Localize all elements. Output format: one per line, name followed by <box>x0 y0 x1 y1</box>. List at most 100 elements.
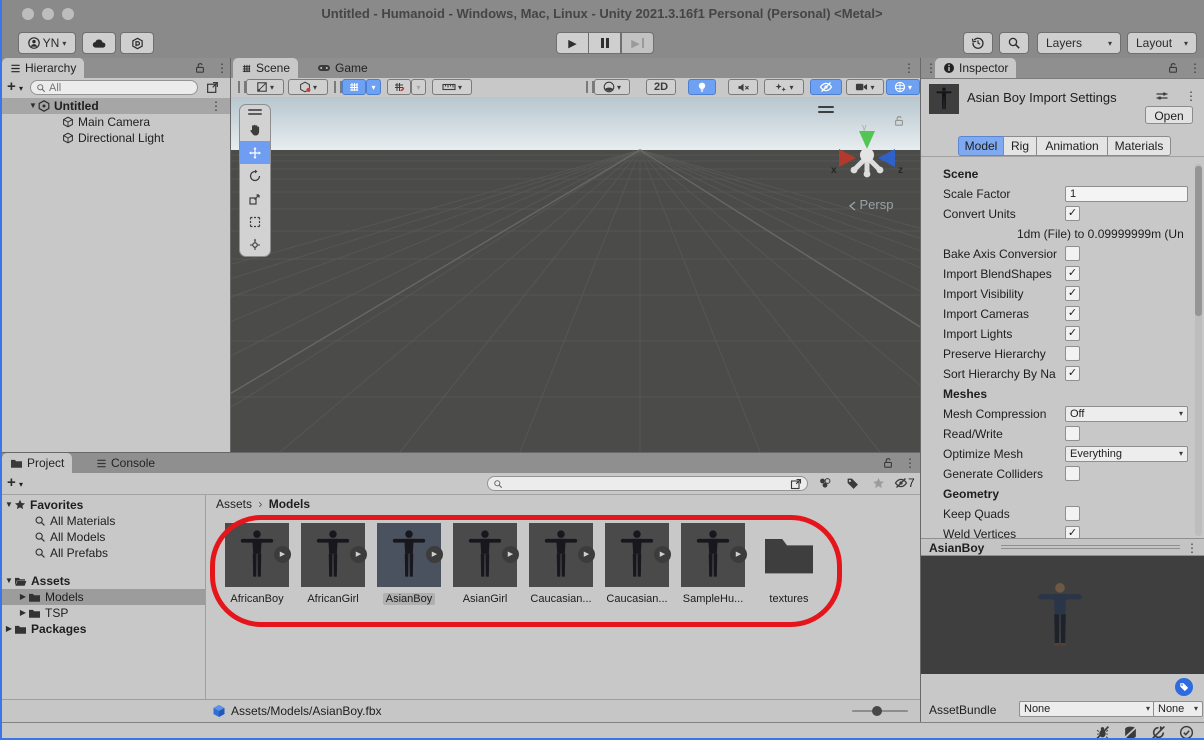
camera-settings-dropdown[interactable]: ▾ <box>846 79 884 95</box>
kebab-menu-icon[interactable]: ⋮ <box>210 96 222 116</box>
scene-viewport[interactable]: y x z Persp <box>231 97 920 452</box>
grid-visibility-dropdown[interactable]: ▾ <box>366 79 381 95</box>
toolbar-drag-handle[interactable] <box>238 81 246 93</box>
project-search-input[interactable] <box>487 476 808 491</box>
hierarchy-item[interactable]: Directional Light <box>0 130 230 146</box>
account-dropdown[interactable]: YN ▾ <box>18 32 76 54</box>
scale-factor-input[interactable]: 1 <box>1065 186 1188 202</box>
search-everywhere-button[interactable] <box>999 32 1029 54</box>
kebab-menu-icon[interactable]: ⋮ <box>1189 58 1201 78</box>
grid-snap-button[interactable] <box>387 79 411 95</box>
transform-tool-button[interactable] <box>240 233 270 256</box>
preserve-hierarchy-checkbox[interactable] <box>1065 346 1080 361</box>
convert-units-checkbox[interactable]: ✓ <box>1065 206 1080 221</box>
project-folder-models[interactable]: ▶ Models <box>0 589 205 605</box>
asset-labels-button[interactable] <box>1175 678 1193 696</box>
view-tool-button[interactable] <box>240 118 270 141</box>
hierarchy-scene-row[interactable]: ▼ Untitled ⋮ <box>0 98 230 114</box>
scale-tool-button[interactable] <box>240 187 270 210</box>
presets-sliders-icon[interactable] <box>1155 90 1169 102</box>
search-by-type-icon[interactable] <box>818 477 832 489</box>
preview-play-badge[interactable]: ▶ <box>578 546 595 563</box>
foldout-expanded-icon[interactable]: ▼ <box>4 573 14 589</box>
tab-materials[interactable]: Materials <box>1107 136 1171 156</box>
project-folder-assets[interactable]: ▼ Assets <box>0 573 205 589</box>
weld-vertices-checkbox[interactable]: ✓ <box>1065 526 1080 538</box>
create-button[interactable]: + <box>7 78 16 95</box>
chevron-down-icon[interactable]: ▾ <box>19 480 23 489</box>
assetbundle-dropdown[interactable]: None ▾ <box>1019 701 1155 717</box>
step-button[interactable]: ▶ <box>621 32 654 54</box>
model-preview[interactable] <box>921 556 1204 674</box>
toolbar-drag-handle[interactable] <box>586 81 594 93</box>
model-thumbnail[interactable]: ▶ <box>453 523 519 587</box>
tab-rig[interactable]: Rig <box>1003 136 1037 156</box>
preview-play-badge[interactable]: ▶ <box>730 546 747 563</box>
kebab-menu-icon[interactable]: ⋮ <box>904 453 916 473</box>
inspector-scrollbar[interactable] <box>1195 164 1202 536</box>
kebab-menu-icon[interactable]: ⋮ <box>903 58 915 78</box>
import-lights-checkbox[interactable]: ✓ <box>1065 326 1080 341</box>
preview-play-badge[interactable]: ▶ <box>426 546 443 563</box>
preview-play-badge[interactable]: ▶ <box>350 546 367 563</box>
kebab-menu-icon[interactable]: ⋮ <box>216 58 228 78</box>
kebab-menu-icon[interactable]: ⋮ <box>1186 538 1198 558</box>
generate-colliders-checkbox[interactable] <box>1065 466 1080 481</box>
open-new-window-icon[interactable] <box>206 81 219 94</box>
model-thumbnail[interactable]: ▶ <box>605 523 671 587</box>
pivot-mode-dropdown[interactable]: ▾ <box>246 79 284 95</box>
import-cameras-checkbox[interactable]: ✓ <box>1065 306 1080 321</box>
optimize-mesh-dropdown[interactable]: Everything ▾ <box>1065 446 1188 462</box>
zoom-slider-knob[interactable] <box>872 706 882 716</box>
cloud-button[interactable] <box>82 32 116 54</box>
kebab-menu-icon[interactable]: ⋮ <box>1185 86 1197 106</box>
tab-hierarchy[interactable]: Hierarchy <box>2 58 85 78</box>
layers-dropdown[interactable]: Layers ▾ <box>1037 32 1121 54</box>
project-folder-tsp[interactable]: ▶ TSP <box>0 605 205 621</box>
lock-icon[interactable] <box>1167 62 1179 74</box>
keep-quads-checkbox[interactable] <box>1065 506 1080 521</box>
tab-game[interactable]: Game <box>309 58 376 78</box>
create-button[interactable]: + <box>7 474 16 491</box>
gizmos-dropdown[interactable]: ▾ <box>886 79 920 95</box>
play-button[interactable]: ▶ <box>556 32 589 54</box>
scrollbar-thumb[interactable] <box>1195 166 1202 316</box>
favorites-root[interactable]: ▼ Favorites <box>0 497 205 513</box>
model-thumbnail[interactable]: ▶ <box>377 523 443 587</box>
asset-item-caucasian-[interactable]: ▶ Caucasian... <box>528 523 595 605</box>
handle-orientation-dropdown[interactable]: ▾ <box>288 79 328 95</box>
lock-icon[interactable] <box>194 62 206 74</box>
rotate-tool-button[interactable] <box>240 164 270 187</box>
foldout-expanded-icon[interactable]: ▼ <box>4 497 14 513</box>
bake-axis-conversior-checkbox[interactable] <box>1065 246 1080 261</box>
gizmo-overlay-handle[interactable] <box>818 106 834 113</box>
hierarchy-search-input[interactable]: All <box>30 80 198 95</box>
pause-button[interactable] <box>588 32 621 54</box>
asset-item-africangirl[interactable]: ▶ AfricanGirl <box>300 523 367 605</box>
tab-inspector[interactable]: Inspector <box>935 58 1017 78</box>
plastic-scm-button[interactable] <box>120 32 154 54</box>
open-button[interactable]: Open <box>1145 106 1193 124</box>
preview-play-badge[interactable]: ▶ <box>274 546 291 563</box>
hidden-count-icon[interactable] <box>894 477 908 489</box>
sort-hierarchy-by-na-checkbox[interactable]: ✓ <box>1065 366 1080 381</box>
grid-visibility-button[interactable] <box>342 79 366 95</box>
tab-model[interactable]: Model <box>958 136 1004 156</box>
scene-visibility-button[interactable] <box>810 79 842 95</box>
model-thumbnail[interactable]: ▶ <box>225 523 291 587</box>
asset-item-asiangirl[interactable]: ▶ AsianGirl <box>452 523 519 605</box>
import-visibility-checkbox[interactable]: ✓ <box>1065 286 1080 301</box>
layout-dropdown[interactable]: Layout ▾ <box>1127 32 1197 54</box>
overlay-drag-handle[interactable] <box>240 105 270 118</box>
orientation-gizmo[interactable]: y x z <box>824 121 910 191</box>
asset-item-asianboy[interactable]: ▶ AsianBoy <box>376 523 443 605</box>
hierarchy-item[interactable]: Main Camera <box>0 114 230 130</box>
breadcrumb-models[interactable]: Models <box>269 497 310 511</box>
lock-icon[interactable] <box>882 457 894 469</box>
favorites-item[interactable]: All Models <box>0 529 205 545</box>
asset-item-caucasian-[interactable]: ▶ Caucasian... <box>604 523 671 605</box>
foldout-expanded-icon[interactable]: ▼ <box>28 98 38 114</box>
project-folder-packages[interactable]: ▶ Packages <box>0 621 205 637</box>
audio-toggle-button[interactable] <box>728 79 758 95</box>
favorites-item[interactable]: All Materials <box>0 513 205 529</box>
